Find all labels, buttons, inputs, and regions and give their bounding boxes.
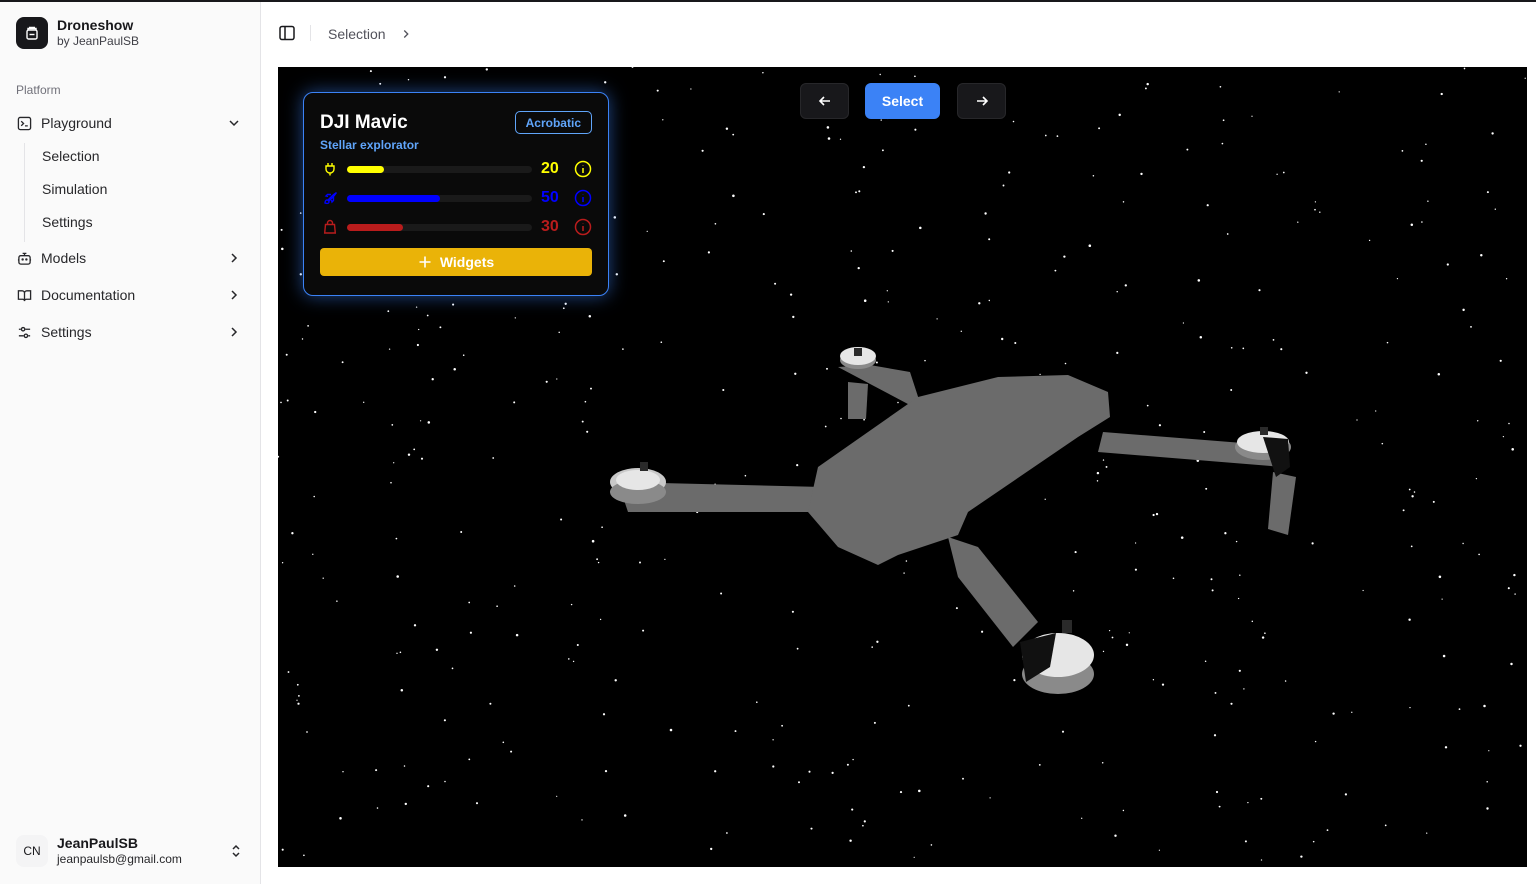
shopping-bag-icon [323,219,337,234]
sidebar-item-label: Playground [41,115,112,131]
plus-icon [419,256,431,268]
breadcrumb[interactable]: Selection [328,26,386,42]
sidebar: Droneshow by JeanPaulSB Platform Playgro… [0,2,261,884]
category-badge: Acrobatic [514,111,592,134]
drone-viewport[interactable]: Select DJI Mavic Acrobatic Stellar explo… [278,67,1527,867]
avatar: CN [16,835,48,867]
sidebar-item-label: Models [41,250,87,266]
brand-logo-icon [16,17,48,49]
select-button[interactable]: Select [865,83,940,119]
chevron-down-icon[interactable] [226,115,242,131]
previous-button[interactable] [800,83,849,119]
submenu-guide-line [24,143,25,242]
stat-row-capacity: 30 [320,217,592,237]
stat-row-power: 20 [320,159,592,179]
header: Selection [262,2,1536,64]
user-name: JeanPaulSB [57,835,138,851]
plug-icon [325,163,335,176]
info-icon[interactable] [574,160,592,178]
drone-name: DJI Mavic [320,112,408,133]
drone-subtitle: Stellar explorator [320,138,419,152]
arrow-right-icon [976,96,988,106]
brand-name: Droneshow [57,17,134,33]
add-widgets-label: Widgets [439,254,495,270]
chevron-right-icon[interactable] [226,250,242,266]
info-icon[interactable] [574,218,592,236]
terminal-square-icon [16,115,32,131]
brand[interactable]: Droneshow by JeanPaulSB [16,17,139,49]
sidebar-item-settings[interactable]: Settings [8,317,252,347]
sidebar-subitem-simulation[interactable]: Simulation [34,175,244,203]
stat-bar-fill [347,166,384,173]
sidebar-item-models[interactable]: Models [8,243,252,273]
brand-subtitle: by JeanPaulSB [57,34,140,48]
chevron-right-icon[interactable] [226,324,242,340]
rocket-icon [324,191,338,205]
user-menu[interactable]: CN JeanPaulSB jeanpaulsb@gmail.com [16,835,246,867]
next-button[interactable] [957,83,1006,119]
user-email: jeanpaulsb@gmail.com [57,852,182,866]
info-icon[interactable] [574,189,592,207]
sidebar-item-playground[interactable]: Playground [8,108,252,138]
chevron-right-icon[interactable] [226,287,242,303]
stat-bar-fill [347,195,440,202]
stat-value: 50 [541,189,559,206]
sidebar-section-label: Platform [16,83,61,97]
stat-value: 20 [541,160,559,177]
add-widgets-button[interactable]: Widgets [320,248,592,276]
bot-icon [16,250,32,266]
stat-value: 30 [541,218,559,235]
sidebar-subitem-selection[interactable]: Selection [34,142,244,170]
sidebar-item-label: Documentation [41,287,136,303]
sidebar-item-label: Settings [41,324,92,340]
sidebar-subitem-settings[interactable]: Settings [34,208,244,236]
chevrons-up-down-icon[interactable] [228,843,244,859]
sidebar-toggle-icon[interactable] [278,24,296,42]
header-divider [310,25,311,41]
book-open-icon [16,287,32,303]
sidebar-item-documentation[interactable]: Documentation [8,280,252,310]
drone-card: DJI Mavic Acrobatic Stellar explorator 2… [303,92,609,296]
stat-row-speed: 50 [320,188,592,208]
chevron-right-icon [403,30,409,38]
stat-bar-fill [347,224,403,231]
sliders-icon [16,324,32,340]
arrow-left-icon [818,96,830,106]
